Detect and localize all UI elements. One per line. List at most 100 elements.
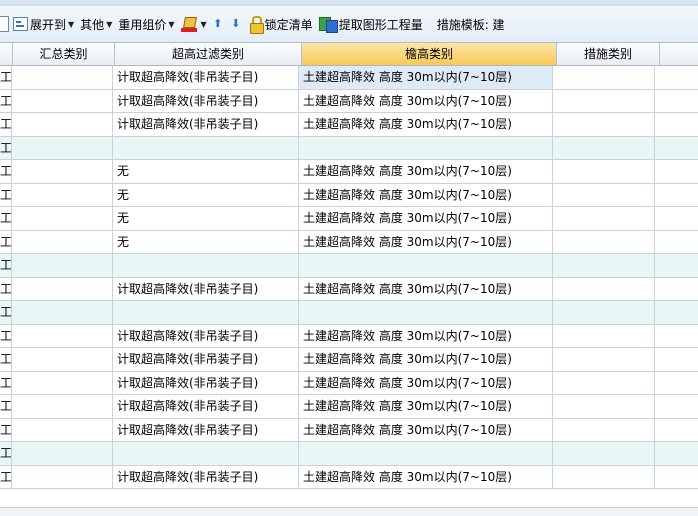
summary-category-cell[interactable]	[12, 254, 113, 277]
measure-category-cell[interactable]	[553, 113, 655, 136]
overheight-filter-cell[interactable]: 计取超高降效(非吊装子目)	[113, 324, 299, 347]
row-lead-cell[interactable]: 工	[0, 160, 12, 183]
extra-cell[interactable]	[655, 348, 698, 371]
table-row[interactable]: 工 计取超高降效(非吊装子目) 土建超高降效 高度 30m以内(7~10层)	[0, 371, 698, 395]
extra-cell[interactable]	[655, 207, 698, 230]
summary-category-cell[interactable]	[12, 418, 113, 441]
table-row[interactable]: 工 计取超高降效(非吊装子目) 土建超高降效 高度 30m以内(7~10层)	[0, 465, 698, 489]
overheight-filter-cell[interactable]: 计取超高降效(非吊装子目)	[113, 348, 299, 371]
measure-category-cell[interactable]	[553, 230, 655, 253]
table-row[interactable]: 工 计取超高降效(非吊装子目) 土建超高降效 高度 30m以内(7~10层)	[0, 113, 698, 137]
measure-category-cell[interactable]	[553, 207, 655, 230]
eave-height-cell[interactable]: 土建超高降效 高度 30m以内(7~10层)	[299, 66, 553, 89]
expand-to-button[interactable]: 展开到 ▼	[10, 12, 77, 36]
extra-cell[interactable]	[655, 419, 698, 442]
extract-quantities-button[interactable]: 提取图形工程量	[316, 12, 426, 36]
extra-cell[interactable]	[655, 231, 698, 254]
overheight-filter-cell[interactable]: 无	[113, 230, 299, 253]
overheight-filter-cell[interactable]: 无	[113, 207, 299, 230]
eave-height-cell[interactable]: 土建超高降效 高度 30m以内(7~10层)	[299, 395, 553, 418]
summary-category-cell[interactable]	[12, 301, 113, 324]
eave-height-cell[interactable]: 土建超高降效 高度 30m以内(7~10层)	[299, 230, 553, 253]
summary-category-cell[interactable]	[12, 136, 113, 159]
eave-height-cell[interactable]: 土建超高降效 高度 30m以内(7~10层)	[299, 324, 553, 347]
row-lead-cell[interactable]: 工	[0, 301, 12, 324]
summary-category-cell[interactable]	[12, 395, 113, 418]
row-lead-cell[interactable]: 工	[0, 66, 12, 89]
eave-height-cell[interactable]: 土建超高降效 高度 30m以内(7~10层)	[299, 207, 553, 230]
eave-height-cell[interactable]	[299, 301, 553, 324]
overheight-filter-cell[interactable]: 计取超高降效(非吊装子目)	[113, 277, 299, 300]
column-header-extra[interactable]	[660, 43, 698, 65]
lock-list-button[interactable]: 锁定清单	[246, 12, 316, 36]
table-row[interactable]: 工 无土建超高降效 高度 30m以内(7~10层)	[0, 230, 698, 254]
eave-height-cell[interactable]	[299, 442, 553, 465]
column-header-summary-category[interactable]: 汇总类别	[13, 43, 115, 65]
overheight-filter-cell[interactable]: 计取超高降效(非吊装子目)	[113, 395, 299, 418]
row-lead-cell[interactable]: 工	[0, 395, 12, 418]
summary-category-cell[interactable]	[12, 113, 113, 136]
eave-height-cell[interactable]: 土建超高降效 高度 30m以内(7~10层)	[299, 160, 553, 183]
measure-category-cell[interactable]	[553, 371, 655, 394]
eave-height-cell[interactable]: 土建超高降效 高度 30m以内(7~10层)	[299, 348, 553, 371]
overheight-filter-cell[interactable]: 计取超高降效(非吊装子目)	[113, 371, 299, 394]
extra-cell[interactable]	[655, 254, 698, 277]
row-lead-cell[interactable]: 工	[0, 254, 12, 277]
group-row[interactable]: 工	[0, 136, 698, 160]
overheight-filter-cell[interactable]: 计取超高降效(非吊装子目)	[113, 418, 299, 441]
overheight-filter-cell[interactable]	[113, 136, 299, 159]
measure-category-cell[interactable]	[553, 66, 655, 89]
row-lead-cell[interactable]: 工	[0, 465, 12, 488]
summary-category-cell[interactable]	[12, 160, 113, 183]
extra-cell[interactable]	[655, 372, 698, 395]
eave-height-cell[interactable]: 土建超高降效 高度 30m以内(7~10层)	[299, 89, 553, 112]
eave-height-cell[interactable]: 土建超高降效 高度 30m以内(7~10层)	[299, 183, 553, 206]
table-row[interactable]: 工 计取超高降效(非吊装子目) 土建超高降效 高度 30m以内(7~10层)	[0, 66, 698, 90]
extra-cell[interactable]	[655, 466, 698, 489]
summary-category-cell[interactable]	[12, 66, 113, 89]
measure-category-cell[interactable]	[553, 348, 655, 371]
summary-category-cell[interactable]	[12, 348, 113, 371]
table-row[interactable]: 工 无土建超高降效 高度 30m以内(7~10层)	[0, 160, 698, 184]
measure-category-cell[interactable]	[553, 395, 655, 418]
column-header-overheight-filter[interactable]: 超高过滤类别	[115, 43, 302, 65]
table-row[interactable]: 工 计取超高降效(非吊装子目) 土建超高降效 高度 30m以内(7~10层)	[0, 348, 698, 372]
overheight-filter-cell[interactable]: 计取超高降效(非吊装子目)	[113, 89, 299, 112]
extra-cell[interactable]	[655, 113, 698, 136]
row-lead-cell[interactable]: 工	[0, 136, 12, 159]
extra-cell[interactable]	[655, 442, 698, 465]
summary-category-cell[interactable]	[12, 371, 113, 394]
measure-category-cell[interactable]	[553, 160, 655, 183]
overheight-filter-cell[interactable]	[113, 442, 299, 465]
table-row[interactable]: 工 计取超高降效(非吊装子目) 土建超高降效 高度 30m以内(7~10层)	[0, 277, 698, 301]
row-lead-cell[interactable]: 工	[0, 89, 12, 112]
move-up-button[interactable]: ⬆	[210, 12, 228, 36]
overheight-filter-cell[interactable]	[113, 301, 299, 324]
table-row[interactable]: 工 计取超高降效(非吊装子目) 土建超高降效 高度 30m以内(7~10层)	[0, 324, 698, 348]
row-lead-cell[interactable]: 工	[0, 442, 12, 465]
extra-cell[interactable]	[655, 278, 698, 301]
measure-category-cell[interactable]	[553, 277, 655, 300]
measure-category-cell[interactable]	[553, 418, 655, 441]
table-row[interactable]: 工 计取超高降效(非吊装子目) 土建超高降效 高度 30m以内(7~10层)	[0, 418, 698, 442]
extra-cell[interactable]	[655, 90, 698, 113]
eave-height-cell[interactable]: 土建超高降效 高度 30m以内(7~10层)	[299, 371, 553, 394]
extra-cell[interactable]	[655, 137, 698, 160]
extra-cell[interactable]	[655, 160, 698, 183]
summary-category-cell[interactable]	[12, 442, 113, 465]
summary-category-cell[interactable]	[12, 230, 113, 253]
group-row[interactable]: 工	[0, 254, 698, 278]
summary-category-cell[interactable]	[12, 324, 113, 347]
measure-category-cell[interactable]	[553, 301, 655, 324]
row-lead-cell[interactable]: 工	[0, 418, 12, 441]
row-lead-cell[interactable]: 工	[0, 371, 12, 394]
measure-category-cell[interactable]	[553, 442, 655, 465]
eave-height-cell[interactable]	[299, 254, 553, 277]
row-lead-cell[interactable]: 工	[0, 277, 12, 300]
summary-category-cell[interactable]	[12, 277, 113, 300]
summary-category-cell[interactable]	[12, 207, 113, 230]
row-lead-cell[interactable]: 工	[0, 183, 12, 206]
summary-category-cell[interactable]	[12, 183, 113, 206]
group-row[interactable]: 工	[0, 442, 698, 466]
eave-height-cell[interactable]: 土建超高降效 高度 30m以内(7~10层)	[299, 465, 553, 488]
